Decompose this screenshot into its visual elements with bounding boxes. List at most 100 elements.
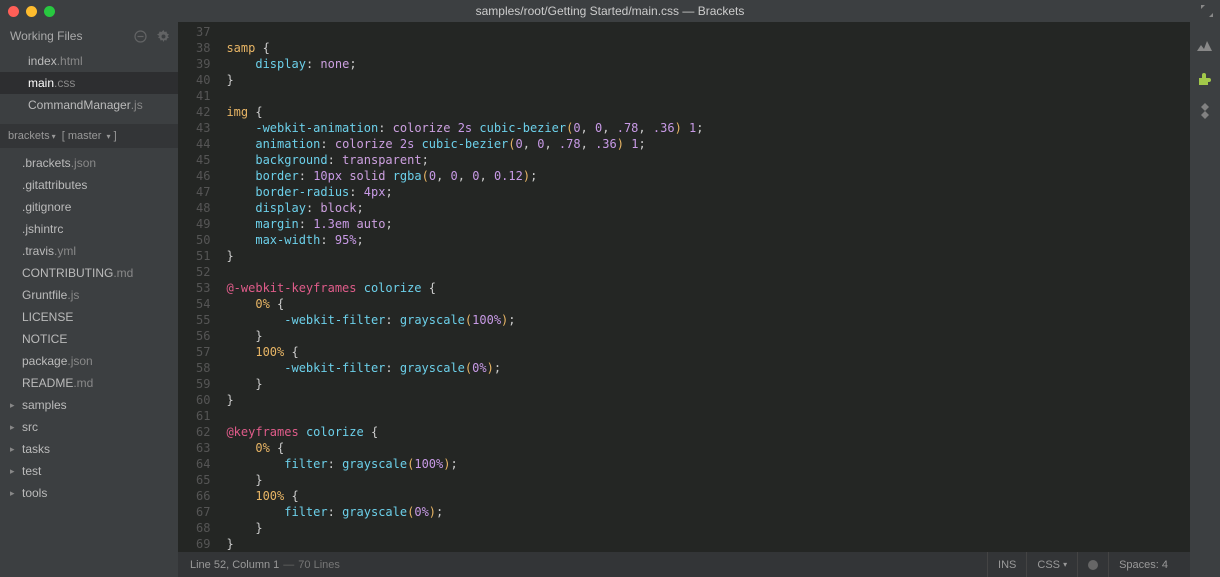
code-line[interactable]: 100% { <box>226 344 1190 360</box>
sidebar: Working Files index.htmlmain.cssCommandM… <box>0 22 178 577</box>
code-line[interactable]: } <box>226 376 1190 392</box>
line-number: 65 <box>196 472 210 488</box>
code-line[interactable]: border-radius: 4px; <box>226 184 1190 200</box>
code-line[interactable]: img { <box>226 104 1190 120</box>
gear-icon[interactable] <box>157 30 170 43</box>
linting-status[interactable] <box>1077 552 1108 577</box>
live-preview-icon[interactable] <box>1196 38 1214 56</box>
code-line[interactable]: -webkit-animation: colorize 2s cubic-bez… <box>226 120 1190 136</box>
project-header: brackets▾ [ master ▾ ] <box>0 124 178 148</box>
code-line[interactable]: 0% { <box>226 296 1190 312</box>
branch-dropdown[interactable]: [ master ▾ ] <box>62 130 117 142</box>
tree-folder[interactable]: samples <box>0 394 178 416</box>
tree-item-ext: .yml <box>54 244 76 258</box>
code-line[interactable]: display: block; <box>226 200 1190 216</box>
tree-file[interactable]: .travis.yml <box>0 240 178 262</box>
branch-name: master <box>68 130 102 142</box>
close-others-icon[interactable] <box>134 30 147 43</box>
code-line[interactable]: filter: grayscale(0%); <box>226 504 1190 520</box>
code-line[interactable]: -webkit-filter: grayscale(100%); <box>226 312 1190 328</box>
tree-item-base: .travis <box>22 244 54 258</box>
line-number: 37 <box>196 24 210 40</box>
insert-mode[interactable]: INS <box>987 552 1026 577</box>
zoom-window-button[interactable] <box>44 6 55 17</box>
minimize-window-button[interactable] <box>26 6 37 17</box>
tree-item-ext: .js <box>67 288 79 302</box>
code-line[interactable]: } <box>226 520 1190 536</box>
line-number: 41 <box>196 88 210 104</box>
code-line[interactable]: 100% { <box>226 488 1190 504</box>
tree-file[interactable]: .jshintrc <box>0 218 178 240</box>
line-number: 62 <box>196 424 210 440</box>
tree-file[interactable]: .gitattributes <box>0 174 178 196</box>
code-line[interactable]: } <box>226 328 1190 344</box>
tree-file[interactable]: README.md <box>0 372 178 394</box>
code-line[interactable]: background: transparent; <box>226 152 1190 168</box>
code-line[interactable] <box>226 408 1190 424</box>
cursor-position[interactable]: Line 52, Column 1 <box>190 559 279 571</box>
code-line[interactable]: max-width: 95%; <box>226 232 1190 248</box>
code-area[interactable]: samp { display: none;} img { -webkit-ani… <box>218 22 1190 552</box>
line-number: 61 <box>196 408 210 424</box>
code-line[interactable]: border: 10px solid rgba(0, 0, 0, 0.12); <box>226 168 1190 184</box>
tree-item-base: samples <box>22 398 67 412</box>
code-line[interactable]: filter: grayscale(100%); <box>226 456 1190 472</box>
close-window-button[interactable] <box>8 6 19 17</box>
working-file-item[interactable]: main.css <box>0 72 178 94</box>
line-number: 40 <box>196 72 210 88</box>
code-line[interactable]: } <box>226 248 1190 264</box>
file-base: CommandManager <box>28 98 131 112</box>
tree-file[interactable]: CONTRIBUTING.md <box>0 262 178 284</box>
plugin-icon[interactable] <box>1196 102 1214 120</box>
line-number: 57 <box>196 344 210 360</box>
fullscreen-icon[interactable] <box>1200 4 1214 18</box>
tree-item-base: tools <box>22 486 47 500</box>
code-line[interactable]: } <box>226 536 1190 552</box>
total-lines: 70 Lines <box>298 559 340 571</box>
working-file-item[interactable]: index.html <box>0 50 178 72</box>
code-line[interactable]: 0% { <box>226 440 1190 456</box>
code-line[interactable]: samp { <box>226 40 1190 56</box>
code-line[interactable] <box>226 88 1190 104</box>
tree-file[interactable]: .gitignore <box>0 196 178 218</box>
working-file-item[interactable]: CommandManager.js <box>0 94 178 116</box>
editor[interactable]: 3738394041424344454647484950515253545556… <box>178 22 1190 552</box>
line-number: 58 <box>196 360 210 376</box>
tree-file[interactable]: package.json <box>0 350 178 372</box>
code-line[interactable]: } <box>226 72 1190 88</box>
code-line[interactable]: } <box>226 392 1190 408</box>
project-dropdown[interactable]: brackets▾ <box>8 130 56 142</box>
window-title: samples/root/Getting Started/main.css — … <box>0 4 1220 18</box>
tree-item-base: tasks <box>22 442 50 456</box>
tree-item-base: .jshintrc <box>22 222 63 236</box>
indent-setting[interactable]: Spaces: 4 <box>1108 552 1178 577</box>
working-files-list: index.htmlmain.cssCommandManager.js <box>0 50 178 124</box>
line-number: 39 <box>196 56 210 72</box>
extension-manager-icon[interactable] <box>1196 70 1214 88</box>
tree-file[interactable]: Gruntfile.js <box>0 284 178 306</box>
language-mode[interactable]: CSS ▾ <box>1026 552 1077 577</box>
code-line[interactable]: @keyframes colorize { <box>226 424 1190 440</box>
code-line[interactable]: -webkit-filter: grayscale(0%); <box>226 360 1190 376</box>
code-line[interactable]: } <box>226 472 1190 488</box>
line-number: 51 <box>196 248 210 264</box>
code-line[interactable] <box>226 264 1190 280</box>
tree-file[interactable]: NOTICE <box>0 328 178 350</box>
line-number: 43 <box>196 120 210 136</box>
tree-item-ext: .json <box>67 354 92 368</box>
tree-folder[interactable]: tools <box>0 482 178 504</box>
code-line[interactable]: @-webkit-keyframes colorize { <box>226 280 1190 296</box>
code-line[interactable] <box>226 24 1190 40</box>
tree-folder[interactable]: tasks <box>0 438 178 460</box>
line-number: 60 <box>196 392 210 408</box>
tree-folder[interactable]: src <box>0 416 178 438</box>
code-line[interactable]: display: none; <box>226 56 1190 72</box>
line-number: 49 <box>196 216 210 232</box>
tree-file[interactable]: LICENSE <box>0 306 178 328</box>
code-line[interactable]: animation: colorize 2s cubic-bezier(0, 0… <box>226 136 1190 152</box>
tree-folder[interactable]: test <box>0 460 178 482</box>
tree-file[interactable]: .brackets.json <box>0 152 178 174</box>
line-gutter: 3738394041424344454647484950515253545556… <box>178 22 218 552</box>
line-number: 46 <box>196 168 210 184</box>
code-line[interactable]: margin: 1.3em auto; <box>226 216 1190 232</box>
